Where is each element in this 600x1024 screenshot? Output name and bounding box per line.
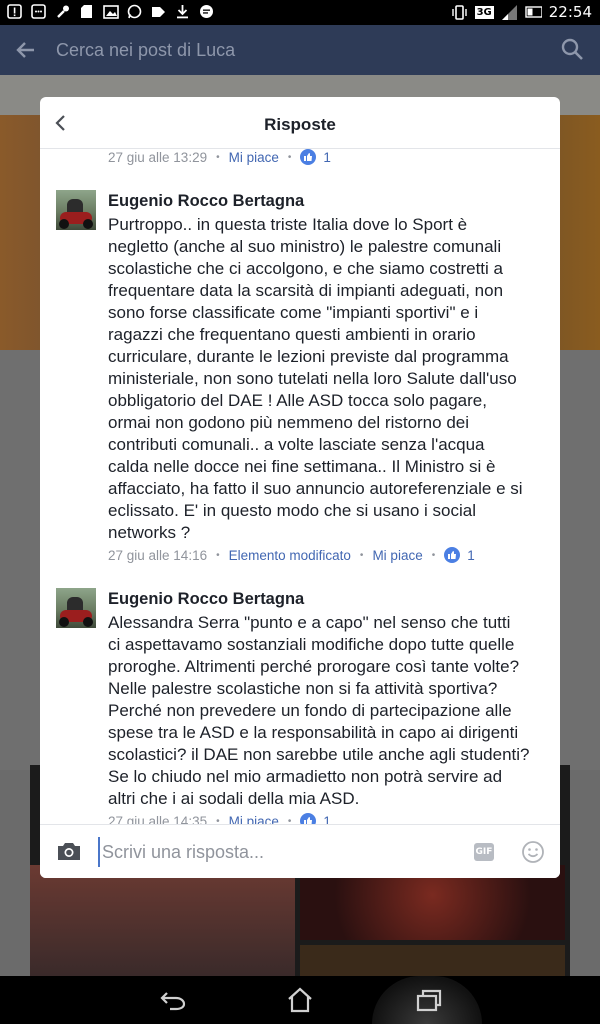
- replies-dialog: Risposte 27 giu alle 13:29 • Mi piace • …: [40, 97, 560, 878]
- image-icon: [102, 3, 119, 20]
- background-photo: [300, 945, 565, 976]
- signal-bars-icon: [501, 4, 518, 21]
- comment-meta: 27 giu alle 13:29 • Mi piace • 1: [108, 149, 331, 165]
- camera-icon[interactable]: [56, 840, 82, 867]
- edited-label[interactable]: Elemento modificato: [229, 548, 351, 563]
- search-field[interactable]: Cerca nei post di Luca: [56, 40, 235, 61]
- dialog-title: Risposte: [264, 115, 336, 134]
- like-count[interactable]: 1: [323, 150, 331, 165]
- vibrate-icon: [451, 4, 468, 21]
- comment-time[interactable]: 27 giu alle 13:29: [108, 150, 207, 165]
- nav-back-icon[interactable]: [158, 988, 188, 1017]
- tag-icon: [150, 3, 167, 20]
- nav-home-icon[interactable]: [286, 987, 314, 1018]
- nav-recent-apps-icon[interactable]: [415, 988, 443, 1019]
- like-link[interactable]: Mi piace: [229, 150, 279, 165]
- message-icon: [30, 3, 47, 20]
- background-photo: [30, 865, 295, 976]
- gif-button[interactable]: GIF: [474, 843, 494, 861]
- like-link[interactable]: Mi piace: [372, 548, 422, 563]
- battery-icon: [525, 4, 542, 21]
- signal-3g-icon: 3G: [474, 5, 494, 19]
- thumbs-up-icon: [444, 547, 461, 563]
- comment-meta: 27 giu alle 14:16 • Elemento modificato …: [108, 547, 475, 563]
- emoji-icon[interactable]: [521, 840, 545, 869]
- comment-meta: 27 giu alle 14:35 • Mi piace • 1: [108, 813, 331, 824]
- thumbs-up-icon: [300, 149, 317, 165]
- sd-card-icon: [78, 3, 95, 20]
- status-bar: 3G 22:54: [0, 0, 600, 25]
- notification-icons: [6, 3, 215, 20]
- clock: 22:54: [548, 3, 592, 21]
- like-link[interactable]: Mi piace: [229, 814, 279, 825]
- reply-input[interactable]: [98, 837, 458, 867]
- avatar[interactable]: [56, 190, 96, 230]
- whatsapp-icon: [126, 3, 143, 20]
- replies-list[interactable]: 27 giu alle 13:29 • Mi piace • 1 Eugenio…: [40, 149, 560, 824]
- system-icons: 3G 22:54: [451, 3, 592, 21]
- dialog-header: Risposte: [40, 97, 560, 149]
- avatar[interactable]: [56, 588, 96, 628]
- alert-icon: [6, 3, 23, 20]
- back-arrow-icon[interactable]: [14, 38, 38, 67]
- search-icon[interactable]: [560, 37, 584, 66]
- comment-body: Alessandra Serra "punto e a capo" nel se…: [108, 613, 530, 808]
- reply-composer: GIF: [40, 824, 560, 878]
- navigation-bar: [0, 976, 600, 1024]
- comment-author[interactable]: Eugenio Rocco Bertagna: [108, 192, 304, 211]
- comment-time[interactable]: 27 giu alle 14:16: [108, 548, 207, 563]
- comment-author[interactable]: Eugenio Rocco Bertagna: [108, 590, 304, 609]
- comment-time[interactable]: 27 giu alle 14:35: [108, 814, 207, 825]
- wrench-icon: [54, 3, 71, 20]
- like-count[interactable]: 1: [323, 814, 331, 825]
- download-icon: [174, 3, 191, 20]
- thumbs-up-icon: [300, 813, 317, 824]
- search-header: Cerca nei post di Luca: [0, 25, 600, 75]
- like-count[interactable]: 1: [467, 548, 475, 563]
- chat-icon: [198, 3, 215, 20]
- comment-body: Purtroppo.. in questa triste Italia dove…: [108, 215, 523, 542]
